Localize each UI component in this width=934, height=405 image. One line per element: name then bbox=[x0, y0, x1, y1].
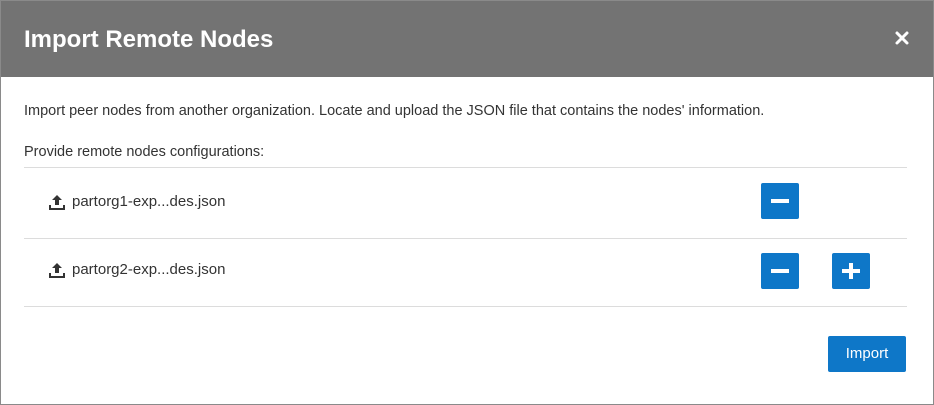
node-row: partorg2-exp...des.json bbox=[24, 236, 907, 306]
import-button[interactable]: Import bbox=[828, 336, 906, 372]
remove-node-button[interactable] bbox=[761, 183, 799, 219]
import-remote-nodes-dialog: Import Remote Nodes Import peer nodes fr… bbox=[0, 0, 934, 405]
file-name: partorg1-exp...des.json bbox=[72, 193, 226, 210]
file-upload-link[interactable]: partorg2-exp...des.json bbox=[48, 261, 225, 279]
add-node-button[interactable] bbox=[832, 253, 870, 289]
close-icon bbox=[895, 31, 909, 45]
divider bbox=[24, 306, 907, 307]
configurations-label: Provide remote nodes configurations: bbox=[24, 144, 265, 160]
minus-icon bbox=[771, 269, 789, 273]
node-row: partorg1-exp...des.json bbox=[24, 168, 907, 238]
file-name: partorg2-exp...des.json bbox=[72, 261, 226, 278]
dialog-title: Import Remote Nodes bbox=[24, 26, 274, 53]
remove-node-button[interactable] bbox=[761, 253, 799, 289]
upload-icon bbox=[49, 263, 65, 278]
minus-icon bbox=[771, 199, 789, 203]
dialog-header: Import Remote Nodes bbox=[1, 1, 933, 77]
plus-icon bbox=[842, 263, 860, 279]
upload-icon bbox=[49, 195, 65, 210]
dialog-description: Import peer nodes from another organizat… bbox=[24, 103, 765, 119]
close-button[interactable] bbox=[891, 27, 913, 49]
file-upload-link[interactable]: partorg1-exp...des.json bbox=[48, 193, 225, 211]
